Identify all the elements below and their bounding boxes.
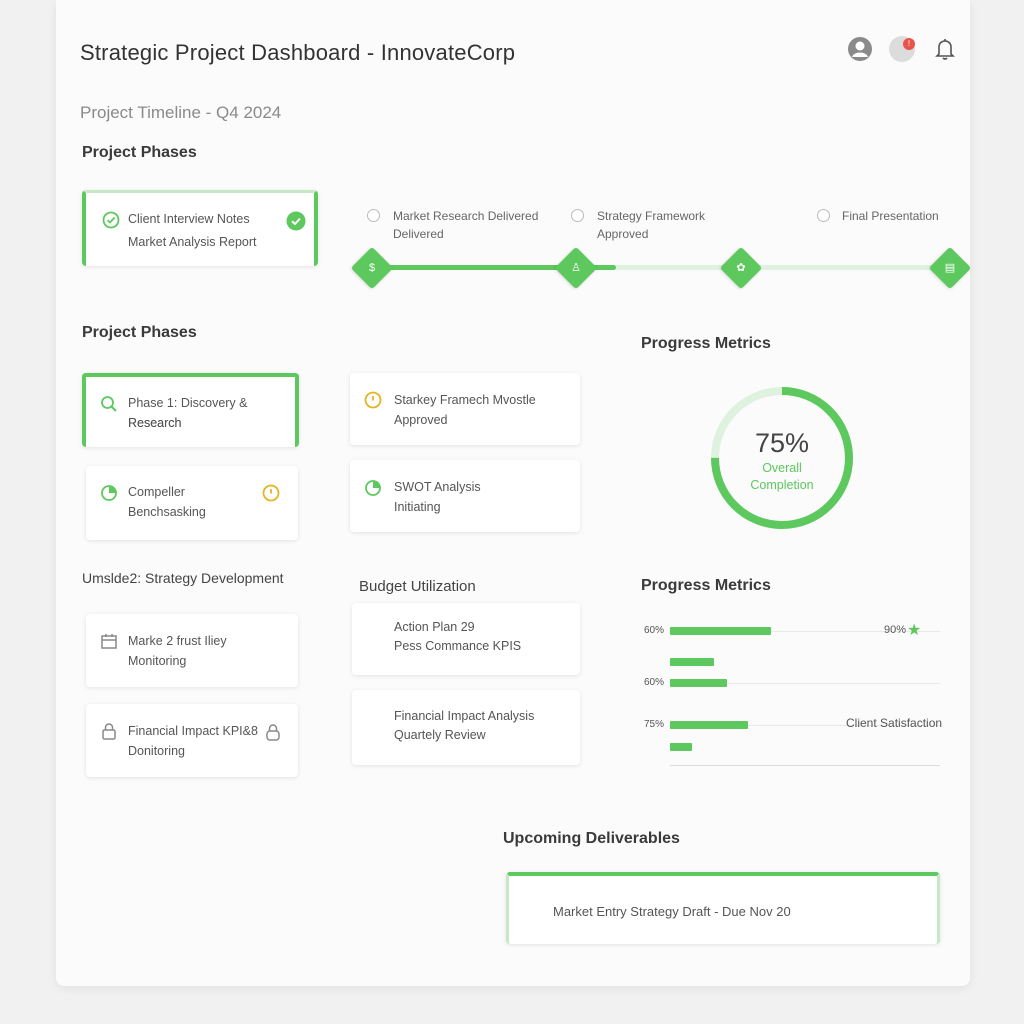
progress-bar (670, 743, 692, 751)
section-progress-metrics-bottom: Progress Metrics (641, 577, 771, 594)
bar-label: 60% (644, 677, 665, 688)
card-line2: Benchsasking (128, 505, 206, 519)
card-line2: Donitoring (128, 744, 185, 758)
section-upcoming-deliverables: Upcoming Deliverables (503, 830, 680, 847)
star-icon: ★ (907, 622, 922, 639)
budget-card-action-plan[interactable]: Action Plan 29 Pess Commance KPIS (352, 603, 580, 675)
card-line1: Starkey Framech Mvostle (394, 393, 536, 407)
pie-progress-icon (365, 480, 381, 496)
annotation-90: 90% (884, 624, 907, 636)
section-progress-metrics-top: Progress Metrics (641, 335, 771, 352)
bar-label: 60% (644, 625, 665, 636)
milestone-marker-3 (817, 209, 830, 222)
person-icon: ♙ (571, 262, 581, 274)
timeline-subtitle: Project Timeline - Q4 2024 (80, 103, 282, 122)
clock-pending-icon (262, 484, 280, 502)
phase-card-discovery[interactable]: Phase 1: Discovery & Research Research (82, 373, 299, 447)
card-line2: Research (128, 416, 182, 430)
check-filled-icon (286, 211, 306, 231)
progress-bar (670, 627, 772, 635)
card-line2: Initiating (394, 500, 441, 514)
section-project-phases-top: Project Phases (82, 144, 197, 161)
donut-label-line1: Overall (762, 461, 802, 475)
section-phase2-heading: Umslde2: Strategy Development (82, 570, 284, 586)
phase-card-starkey[interactable]: Starkey Framech Mvostle Approved (350, 373, 580, 445)
card-line2: Market Analysis Report (128, 235, 257, 249)
milestone-2-line2: Approved (597, 227, 649, 241)
card-line2: Quartely Review (394, 728, 486, 742)
calendar-icon (101, 634, 117, 649)
card-line2: Approved (394, 413, 448, 427)
annotation-client-satisfaction: Client Satisfaction (846, 716, 943, 730)
search-icon (101, 396, 117, 412)
card-line1: Financial Impact KPI&8 (128, 724, 258, 738)
milestone-1-line1: Market Research Delivered (393, 209, 539, 223)
notification-badge-icon[interactable]: ! (889, 36, 915, 62)
user-avatar-icon[interactable] (847, 36, 873, 62)
top-phase-card[interactable]: Client Interview Notes Market Analysis R… (82, 190, 318, 266)
donut-label-line2: Completion (750, 478, 814, 492)
milestone-marker-2 (571, 209, 584, 222)
milestone-2-line1: Strategy Framework (597, 209, 706, 223)
card-line2: Pess Commance KPIS (394, 639, 522, 653)
milestone-marker-1 (367, 209, 380, 222)
progress-bar (670, 658, 714, 666)
budget-card-financial-analysis[interactable]: Financial Impact Analysis Quartely Revie… (352, 690, 580, 765)
card-line1: Action Plan 29 (394, 620, 475, 634)
bell-icon[interactable] (933, 36, 959, 62)
card-line1: SWOT Analysis (394, 480, 481, 494)
milestone-1-line2: Delivered (393, 227, 444, 241)
card-line1: Marke 2 frust Iliey (128, 634, 227, 648)
card-line2: Monitoring (128, 654, 187, 668)
lock-icon (102, 723, 116, 740)
clock-pending-icon (364, 391, 382, 409)
deliverable-text: Market Entry Strategy Draft - Due Nov 20 (553, 904, 791, 919)
page-title: Strategic Project Dashboard - InnovateCo… (80, 40, 516, 65)
progress-bar-chart: 60% 60% 75% 90% ★ Client Satisfaction (640, 615, 950, 785)
section-budget-utilization: Budget Utilization (359, 578, 476, 595)
phase-card-market[interactable]: Marke 2 frust Iliey Monitoring (86, 614, 298, 687)
deliverable-card[interactable]: Market Entry Strategy Draft - Due Nov 20 (506, 872, 940, 944)
milestone-3-line1: Final Presentation (842, 209, 939, 223)
progress-bar (670, 721, 748, 729)
section-project-phases-mid: Project Phases (82, 324, 197, 341)
pie-progress-icon (101, 485, 117, 501)
phase-card-competitor[interactable]: Compeller Benchsasking (86, 466, 298, 540)
progress-bar (670, 679, 728, 687)
phase-card-swot[interactable]: SWOT Analysis Initiating (350, 460, 580, 532)
handshake-icon: ✿ (736, 262, 746, 274)
card-line1: Client Interview Notes (128, 212, 250, 226)
dollar-icon: $ (368, 262, 376, 274)
card-line1: Compeller (128, 485, 185, 499)
check-circle-icon (102, 211, 120, 229)
donut-value: 75% (754, 428, 810, 458)
lock-icon (266, 724, 280, 741)
card-line1: Financial Impact Analysis (394, 709, 535, 723)
bar-label: 75% (644, 719, 665, 730)
chart-x-axis (670, 765, 940, 766)
notification-count: ! (903, 38, 915, 50)
phase-card-financial-kpi[interactable]: Financial Impact KPI&8 Donitoring (86, 704, 298, 777)
presentation-icon: ▤ (944, 262, 956, 274)
